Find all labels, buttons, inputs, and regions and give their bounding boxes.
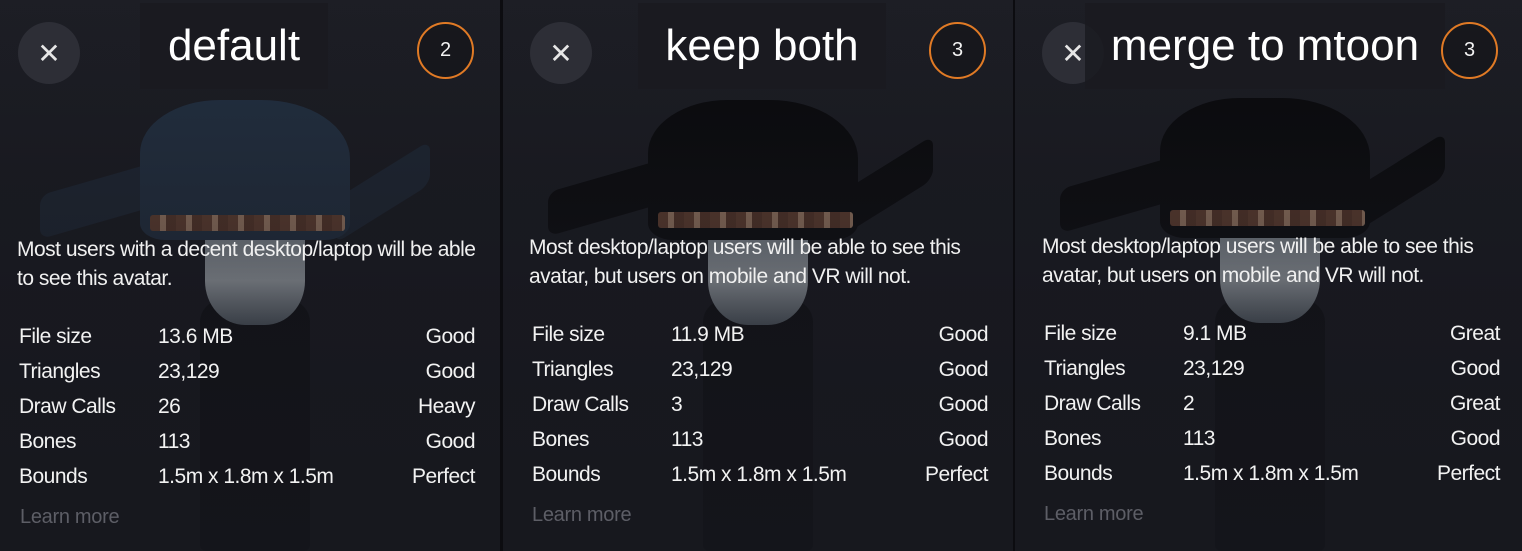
stat-rating: Heavy [417,395,476,418]
stat-value: 23,129 [1183,357,1245,380]
learn-more-link[interactable]: Learn more [532,504,632,527]
stat-row-triangles: Triangles 23,129 Good [19,360,476,395]
stat-row-bounds: Bounds 1.5m x 1.8m x 1.5m Perfect [19,465,476,500]
panel-title: default [140,3,328,89]
stat-row-bones: Bones 113 Good [19,430,476,465]
stat-row-file-size: File size 13.6 MB Good [19,325,476,360]
stat-label: Bones [532,428,590,451]
stat-label: Bounds [19,465,88,488]
stat-label: Draw Calls [19,395,116,418]
stat-label: File size [1044,322,1117,345]
stat-rating: Good [938,323,989,346]
stat-value: 26 [158,395,181,418]
stat-value: 113 [1183,427,1215,450]
stat-row-draw-calls: Draw Calls 3 Good [532,393,989,428]
stat-row-triangles: Triangles 23,129 Good [1044,357,1501,392]
stat-rating: Good [425,430,476,453]
stat-row-bounds: Bounds 1.5m x 1.8m x 1.5m Perfect [532,463,989,498]
count-badge: 3 [1441,22,1498,79]
stat-value: 11.9 MB [671,323,745,346]
stat-rating: Great [1449,392,1501,415]
stat-label: Draw Calls [1044,392,1141,415]
stat-row-triangles: Triangles 23,129 Good [532,358,989,393]
stat-value: 13.6 MB [158,325,233,348]
stat-rating: Great [1449,322,1501,345]
stat-rating: Good [938,358,989,381]
avatar-panel-default: ✕ default 2 Most users with a decent des… [0,0,500,551]
stat-label: File size [19,325,92,348]
stats-table: File size 13.6 MB Good Triangles 23,129 Good… [19,325,476,500]
stat-rating: Good [938,428,989,451]
panel-title: merge to mtoon [1085,3,1445,89]
stat-row-bones: Bones 113 Good [1044,427,1501,462]
stat-label: Bones [19,430,77,453]
stat-value: 113 [158,430,190,453]
stat-label: Triangles [19,360,101,383]
stat-rating: Good [1450,427,1501,450]
stat-label: Bounds [1044,462,1113,485]
stat-rating: Good [425,325,476,348]
performance-description: Most users with a decent desktop/laptop … [17,238,476,290]
count-badge: 3 [929,22,986,79]
stat-label: Bounds [532,463,601,486]
stat-row-draw-calls: Draw Calls 2 Great [1044,392,1501,427]
close-button[interactable]: ✕ [530,22,592,84]
stat-label: File size [532,323,605,346]
stat-value: 2 [1183,392,1195,415]
stat-value: 9.1 MB [1183,322,1247,345]
learn-more-link[interactable]: Learn more [20,506,120,529]
stat-label: Triangles [1044,357,1126,380]
avatar-panel-merge-to-mtoon: ✕ merge to mtoon 3 Most desktop/laptop u… [1015,0,1522,551]
stat-row-bounds: Bounds 1.5m x 1.8m x 1.5m Perfect [1044,462,1501,497]
stat-value: 1.5m x 1.8m x 1.5m [1183,462,1359,485]
stat-rating: Good [1450,357,1501,380]
avatar-panel-keep-both: ✕ keep both 3 Most desktop/laptop users … [503,0,1013,551]
stat-value: 23,129 [671,358,733,381]
stat-row-file-size: File size 9.1 MB Great [1044,322,1501,357]
stats-table: File size 11.9 MB Good Triangles 23,129 Good… [532,323,989,498]
stats-table: File size 9.1 MB Great Triangles 23,129 Good… [1044,322,1501,497]
learn-more-link[interactable]: Learn more [1044,503,1144,526]
performance-description: Most desktop/laptop users will be able t… [529,236,961,288]
close-button[interactable]: ✕ [18,22,80,84]
stat-row-draw-calls: Draw Calls 26 Heavy [19,395,476,430]
count-badge: 2 [417,22,474,79]
close-icon: ✕ [37,37,61,69]
stat-label: Draw Calls [532,393,629,416]
stat-row-file-size: File size 11.9 MB Good [532,323,989,358]
close-icon: ✕ [549,37,573,69]
panel-title: keep both [638,3,886,89]
stat-rating: Good [938,393,989,416]
stat-rating: Perfect [924,463,989,486]
stat-value: 3 [671,393,683,416]
stat-label: Triangles [532,358,614,381]
stat-value: 113 [671,428,703,451]
stat-row-bones: Bones 113 Good [532,428,989,463]
stat-rating: Good [425,360,476,383]
stat-rating: Perfect [1436,462,1501,485]
stat-label: Bones [1044,427,1102,450]
stat-value: 1.5m x 1.8m x 1.5m [158,465,334,488]
stat-value: 1.5m x 1.8m x 1.5m [671,463,847,486]
stat-rating: Perfect [411,465,476,488]
performance-description: Most desktop/laptop users will be able t… [1042,235,1474,287]
close-icon: ✕ [1061,37,1085,69]
stat-value: 23,129 [158,360,220,383]
